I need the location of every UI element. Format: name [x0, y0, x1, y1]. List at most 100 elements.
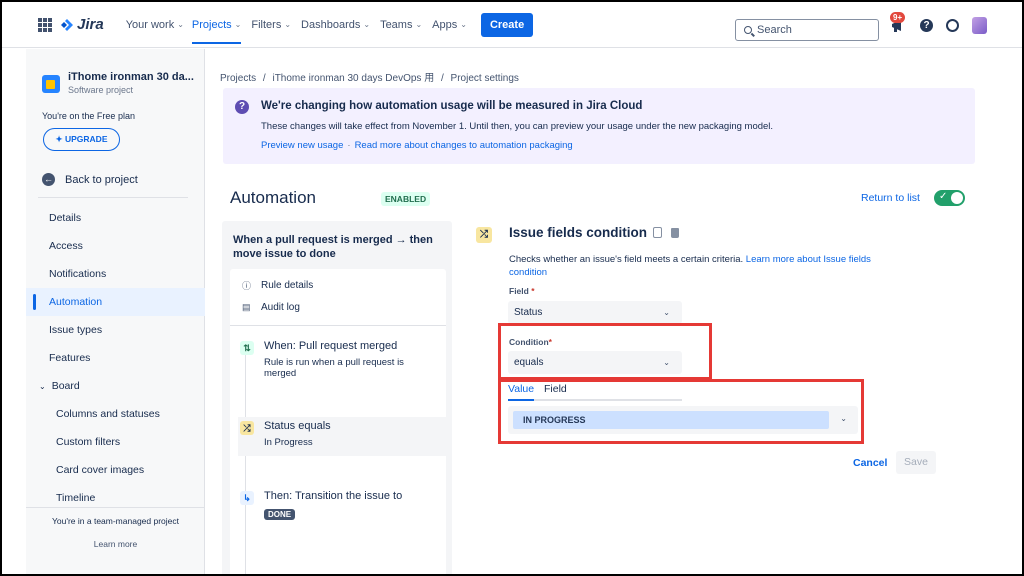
copy-icon[interactable]: [653, 227, 663, 238]
sidebar-item-label: Details: [49, 212, 82, 224]
sidebar-item-issue-types[interactable]: Issue types: [26, 316, 205, 344]
plan-text: You're on the Free plan: [42, 111, 135, 121]
sidebar-divider: [38, 197, 188, 198]
chevron-down-icon: ⌄: [363, 20, 371, 29]
search-icon: [744, 26, 752, 34]
nav-apps[interactable]: Apps ⌄: [432, 2, 467, 48]
upgrade-label: UPGRADE: [64, 134, 108, 144]
chevron-down-icon: ⌄: [460, 20, 467, 29]
return-to-list-link[interactable]: Return to list: [861, 192, 920, 204]
project-sidebar: iThome ironman 30 da... Software project…: [26, 49, 205, 574]
condition-step-title: Status equals: [264, 420, 331, 432]
nav-filters[interactable]: Filters ⌄: [251, 2, 291, 48]
breadcrumb-project[interactable]: iThome ironman 30 days DevOps 用: [272, 73, 434, 84]
field-label: Field *: [509, 286, 535, 296]
sidebar-item-label: Columns and statuses: [56, 408, 160, 420]
nav-apps-label: Apps: [432, 18, 458, 31]
required-mark: *: [531, 286, 535, 296]
rule-enabled-toggle[interactable]: ✓: [934, 190, 965, 206]
breadcrumb-projects[interactable]: Projects: [220, 73, 256, 84]
audit-log-label: Audit log: [261, 302, 300, 313]
sidebar-item-label: Timeline: [56, 492, 96, 504]
condition-description: Checks whether an issue's field meets a …: [509, 253, 909, 279]
condition-icon: ⤮: [476, 227, 492, 243]
sidebar-item-columns-and-statuses[interactable]: Columns and statuses: [26, 400, 205, 428]
jira-logo[interactable]: Jira: [60, 16, 104, 33]
sidebar-item-details[interactable]: Details: [26, 204, 205, 232]
rule-panel: When a pull request is merged → then mov…: [222, 221, 452, 574]
chevron-down-icon: ⌄: [663, 308, 670, 317]
app-window: Jira Your work ⌄ Projects ⌄ Filters ⌄ Dashb…: [0, 0, 1024, 576]
sidebar-item-automation[interactable]: Automation: [26, 288, 205, 316]
status-badge: ENABLED: [381, 192, 431, 206]
check-icon: ✓: [939, 191, 948, 202]
notifications-button[interactable]: 9+: [889, 12, 907, 34]
project-type: Software project: [68, 85, 134, 95]
audit-log-link[interactable]: ▤ Audit log: [242, 302, 300, 313]
back-to-project-button[interactable]: ← Back to project: [42, 173, 138, 186]
done-badge: DONE: [264, 509, 296, 520]
nav-your-work-label: Your work: [125, 18, 175, 31]
chevron-down-icon: ⌄: [415, 20, 423, 29]
preview-usage-link[interactable]: Preview new usage: [261, 140, 343, 151]
back-label: Back to project: [65, 173, 138, 186]
sidebar-item-label: Automation: [49, 296, 103, 308]
rule-details-link[interactable]: ⓘ Rule details: [242, 279, 313, 292]
rule-divider: [230, 325, 446, 326]
chevron-down-icon: ⌄: [284, 20, 292, 29]
sidebar-item-features[interactable]: Features: [26, 344, 205, 372]
notification-badge: 9+: [890, 12, 906, 23]
sidebar-item-card-cover-images[interactable]: Card cover images: [26, 456, 205, 484]
nav-projects[interactable]: Projects ⌄: [191, 2, 242, 48]
sidebar-item-label: Card cover images: [56, 464, 145, 476]
app-switcher-icon[interactable]: [38, 17, 52, 32]
sidebar-item-label: Custom filters: [56, 436, 121, 448]
action-step[interactable]: ↳ Then: Transition the issue to DONE: [238, 487, 446, 527]
field-select[interactable]: Status ⌄: [508, 301, 682, 324]
document-icon: ▤: [242, 302, 251, 312]
breadcrumb-separator: /: [440, 73, 444, 84]
sidebar-item-custom-filters[interactable]: Custom filters: [26, 428, 205, 456]
sidebar-nav: Details Access Notifications Automation …: [26, 204, 205, 512]
nav-your-work[interactable]: Your work ⌄: [126, 2, 184, 48]
nav-dashboards[interactable]: Dashboards ⌄: [301, 2, 370, 48]
learn-more-link[interactable]: Learn more: [26, 539, 205, 549]
sidebar-item-label: Access: [49, 240, 83, 252]
pull-request-icon: ⇅: [240, 341, 254, 355]
save-button[interactable]: Save: [896, 451, 936, 474]
read-more-link[interactable]: Read more about changes to automation pa…: [355, 140, 573, 151]
help-icon[interactable]: ?: [920, 18, 933, 32]
create-button[interactable]: Create: [480, 12, 534, 37]
upgrade-button[interactable]: ✦ UPGRADE: [43, 128, 120, 151]
link-separator: ·: [347, 140, 351, 151]
breadcrumb-settings[interactable]: Project settings: [451, 73, 519, 84]
chevron-down-icon: ⌄: [234, 20, 242, 29]
banner-links: Preview new usage · Read more about change…: [261, 140, 573, 151]
trigger-step[interactable]: ⇅ When: Pull request merged Rule is run …: [238, 337, 446, 387]
sidebar-item-notifications[interactable]: Notifications: [26, 260, 205, 288]
field-select-value: Status: [514, 307, 543, 318]
rule-details-label: Rule details: [261, 280, 314, 291]
condition-step[interactable]: ⤮ Status equals In Progress: [238, 417, 446, 456]
search-input[interactable]: Search: [735, 19, 879, 41]
condition-icon: ⤮: [240, 421, 254, 435]
page-title: Automation: [230, 188, 316, 207]
gear-icon[interactable]: [946, 18, 959, 32]
jira-logo-text: Jira: [77, 16, 104, 33]
sidebar-item-access[interactable]: Access: [26, 232, 205, 260]
question-icon: ?: [235, 100, 249, 114]
sparkle-icon: ✦: [55, 134, 65, 144]
sidebar-item-board[interactable]: ⌄ Board: [26, 372, 205, 400]
avatar[interactable]: [972, 16, 987, 34]
trash-icon[interactable]: [671, 227, 680, 238]
nav-projects-label: Projects: [191, 18, 232, 31]
cancel-button[interactable]: Cancel: [853, 457, 887, 469]
highlight-box-condition: [498, 323, 712, 380]
condition-step-desc: In Progress: [264, 437, 313, 448]
nav-filters-label: Filters: [251, 18, 282, 31]
highlight-box-value: [498, 379, 864, 444]
project-header[interactable]: iThome ironman 30 da... Software project: [42, 71, 194, 95]
rule-name: When a pull request is merged → then mov…: [233, 234, 433, 260]
nav-teams[interactable]: Teams ⌄: [380, 2, 422, 48]
top-icons: 9+ ?: [889, 12, 987, 34]
